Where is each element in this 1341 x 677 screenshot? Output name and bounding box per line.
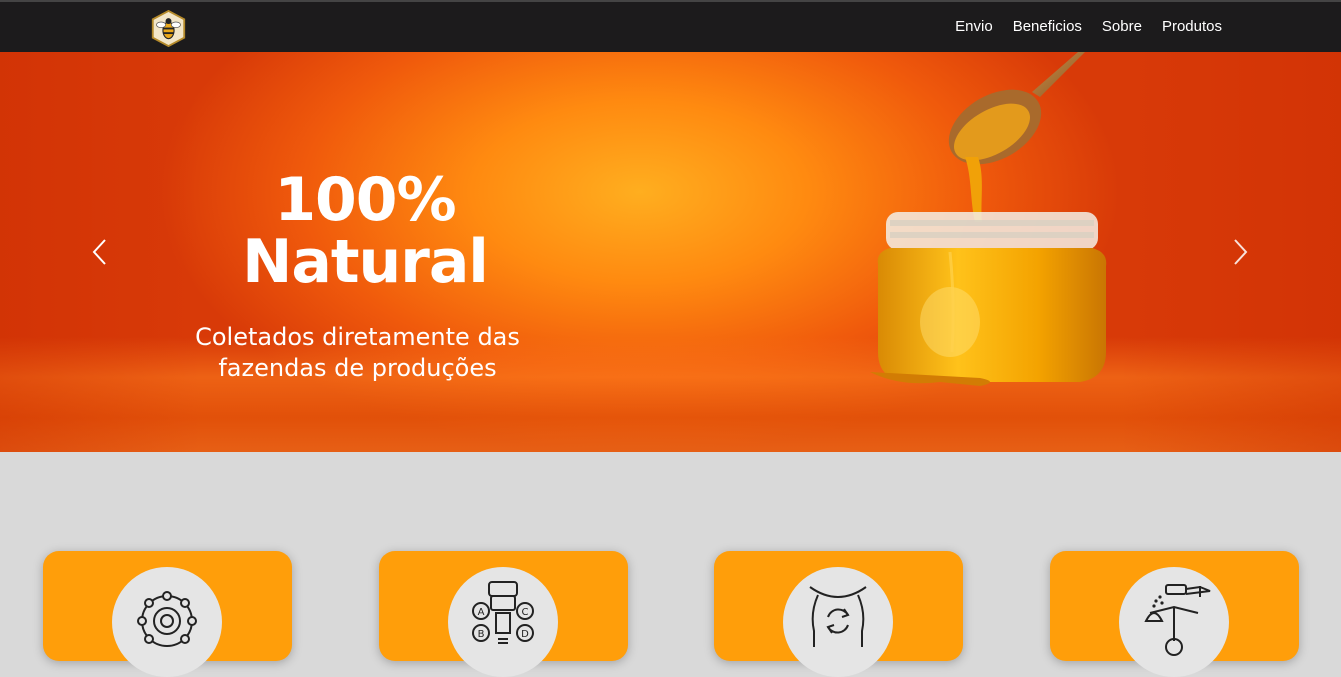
hero-subtitle: Coletados diretamente das fazendas de pr… <box>160 322 555 384</box>
svg-text:C: C <box>522 607 529 618</box>
nav-envio[interactable]: Envio <box>955 18 993 35</box>
benefit-card-1[interactable] <box>43 551 292 677</box>
chevron-right-icon[interactable] <box>1228 236 1252 268</box>
chevron-left-icon[interactable] <box>88 236 112 268</box>
bee-logo-icon[interactable] <box>150 10 187 47</box>
vitamins-abcd-icon: A C B D <box>472 581 534 644</box>
benefit-card-2[interactable]: A C B D <box>379 551 628 677</box>
honey-jar-spoon-image <box>870 52 1107 386</box>
svg-text:A: A <box>478 607 485 618</box>
hero-subtitle-line2: fazendas de produções <box>218 354 497 382</box>
benefit-card-3[interactable] <box>714 551 963 677</box>
hero-title-line2: Natural <box>242 227 489 297</box>
nav-produtos[interactable]: Produtos <box>1162 18 1222 35</box>
nav-beneficios[interactable]: Beneficios <box>1013 18 1082 35</box>
main-nav: Envio Beneficios Sobre Produtos <box>955 18 1222 35</box>
scale-dropper-icon <box>1144 584 1211 656</box>
svg-text:B: B <box>478 629 485 640</box>
hero-title-line1: 100% <box>274 165 456 235</box>
hero-carousel: 100% Natural Coletados diretamente das f… <box>0 52 1341 452</box>
digestion-body-icon <box>809 586 867 647</box>
navbar: Envio Beneficios Sobre Produtos <box>0 0 1341 52</box>
benefit-card-4[interactable] <box>1050 551 1299 677</box>
nav-sobre[interactable]: Sobre <box>1102 18 1142 35</box>
hero-subtitle-line1: Coletados diretamente das <box>195 323 520 351</box>
svg-text:D: D <box>521 629 529 640</box>
molecule-icon <box>137 591 197 647</box>
